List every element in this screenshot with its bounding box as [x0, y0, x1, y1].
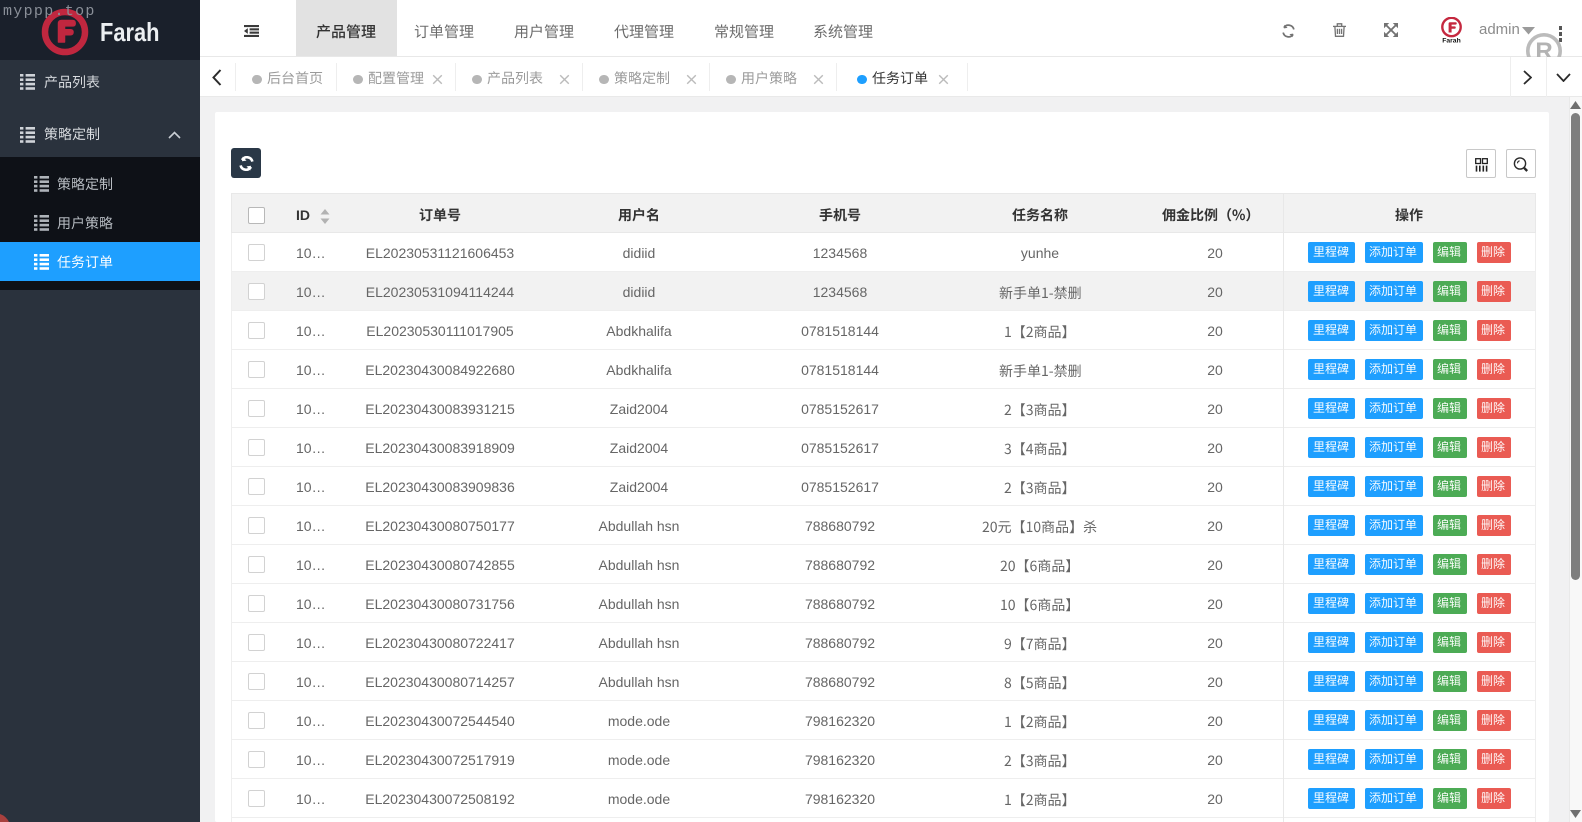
- svg-text:Farah: Farah: [1442, 38, 1461, 45]
- svg-text:R: R: [1535, 38, 1552, 57]
